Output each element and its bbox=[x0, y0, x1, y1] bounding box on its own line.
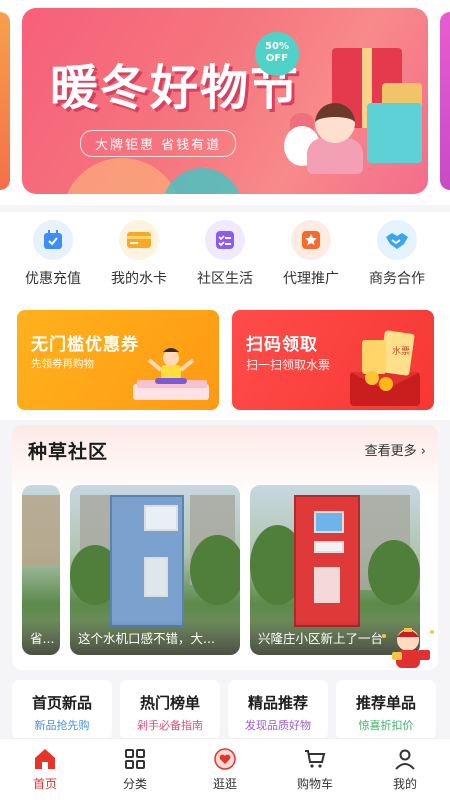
heart-bubble-icon bbox=[214, 748, 236, 770]
category-subtitle: 剁手必备指南 bbox=[137, 719, 203, 732]
community-post-card[interactable]: 省... bbox=[22, 485, 60, 655]
machine-panel bbox=[144, 557, 168, 597]
home-icon bbox=[35, 749, 55, 769]
coupon-subtitle: 先领券再购物 bbox=[31, 358, 94, 370]
tab-label: 分类 bbox=[122, 777, 147, 791]
calendar-check-icon bbox=[33, 220, 73, 260]
coupon-card[interactable]: 无门槛优惠券 先领券再购物 bbox=[17, 310, 219, 410]
tab-category[interactable]: 分类 bbox=[90, 739, 180, 800]
list-check-icon bbox=[205, 220, 245, 260]
scan-claim-card[interactable]: 扫码领取 扫一扫领取水票 水票 bbox=[232, 310, 434, 410]
promo-row: 无门槛优惠券 先领券再购物 扫码领取 扫一扫领取水票 水票 bbox=[0, 302, 450, 420]
nav-label: 我的水卡 bbox=[111, 271, 167, 287]
nav-label: 商务合作 bbox=[369, 271, 425, 287]
category-subtitle: 惊喜折扣价 bbox=[358, 719, 414, 732]
tree-photo bbox=[190, 535, 240, 605]
banner-decoration bbox=[162, 168, 242, 194]
quick-nav: 优惠充值 我的水卡 社区生活 代理推广 商务合作 bbox=[0, 212, 450, 302]
category-title: 推荐单品 bbox=[355, 694, 416, 712]
nav-agent-promo[interactable]: 代理推广 bbox=[271, 212, 351, 302]
nav-community-life[interactable]: 社区生活 bbox=[185, 212, 265, 302]
banner-slide[interactable]: 暖冬好物节 大牌钜惠 省钱有道 50% OFF bbox=[22, 8, 428, 194]
machine-screen bbox=[314, 511, 344, 533]
scan-title: 扫码领取 bbox=[246, 335, 318, 355]
bottom-tab-bar: 首页 分类 逛逛 购物车 我的 bbox=[0, 738, 450, 800]
tab-label: 逛逛 bbox=[212, 777, 237, 791]
banner-prev-peek[interactable] bbox=[0, 12, 10, 190]
category-recommended[interactable]: 推荐单品 惊喜折扣价 bbox=[336, 680, 436, 740]
category-featured[interactable]: 精品推荐 发现品质好物 bbox=[228, 680, 328, 740]
banner-next-peek[interactable] bbox=[440, 12, 450, 190]
red-envelope-illustration: 水票 bbox=[350, 330, 420, 406]
nav-business[interactable]: 商务合作 bbox=[357, 212, 437, 302]
category-subtitle: 发现品质好物 bbox=[245, 719, 311, 732]
tab-mine[interactable]: 我的 bbox=[360, 739, 450, 800]
gift-box-illustration bbox=[367, 103, 422, 163]
discount-badge: 50% OFF bbox=[255, 32, 299, 76]
girl-illustration bbox=[307, 138, 363, 174]
post-caption: 省... bbox=[22, 620, 60, 655]
tab-label: 我的 bbox=[392, 777, 417, 791]
category-hot-list[interactable]: 热门榜单 剁手必备指南 bbox=[120, 680, 220, 740]
person-on-coupons-illustration bbox=[133, 348, 209, 400]
machine-panel bbox=[314, 567, 340, 603]
banner-subtitle: 大牌钜惠 省钱有道 bbox=[80, 130, 237, 157]
cart-icon bbox=[305, 750, 326, 768]
see-more-link[interactable]: 查看更多 › bbox=[365, 440, 426, 459]
nav-water-card[interactable]: 我的水卡 bbox=[99, 212, 179, 302]
tab-label: 购物车 bbox=[296, 777, 333, 791]
handshake-icon bbox=[377, 220, 417, 260]
post-caption: 这个水机口感不错，大... bbox=[70, 620, 240, 655]
nav-recharge[interactable]: 优惠充值 bbox=[13, 212, 93, 302]
chevron-right-icon: › bbox=[416, 444, 426, 459]
banner-carousel[interactable]: 暖冬好物节 大牌钜惠 省钱有道 50% OFF bbox=[0, 0, 450, 205]
water-ticket-text: 水票 bbox=[392, 345, 410, 357]
water-machine-photo bbox=[110, 495, 184, 627]
banner-decoration bbox=[62, 158, 182, 194]
nav-label: 代理推广 bbox=[283, 271, 339, 287]
community-title-text: 种草社区 bbox=[28, 441, 109, 463]
star-badge-icon bbox=[291, 220, 331, 260]
machine-keypad bbox=[314, 541, 344, 553]
discount-off: OFF bbox=[265, 53, 289, 64]
card-icon bbox=[119, 220, 159, 260]
grid-icon bbox=[125, 749, 145, 769]
category-title: 精品推荐 bbox=[247, 694, 308, 712]
category-subtitle: 新品抢先购 bbox=[34, 719, 90, 732]
tab-cart[interactable]: 购物车 bbox=[270, 739, 360, 800]
tab-label: 首页 bbox=[32, 777, 57, 791]
scan-subtitle: 扫一扫领取水票 bbox=[246, 358, 331, 372]
person-icon bbox=[395, 749, 415, 770]
nav-label: 优惠充值 bbox=[25, 271, 81, 287]
coupon-title: 无门槛优惠券 bbox=[31, 335, 139, 355]
water-machine-photo bbox=[294, 495, 360, 627]
tree-photo bbox=[368, 540, 420, 605]
tab-home[interactable]: 首页 bbox=[0, 739, 90, 800]
building-photo bbox=[22, 495, 60, 565]
machine-screen bbox=[144, 505, 178, 531]
community-post-card[interactable]: 这个水机口感不错，大... bbox=[70, 485, 240, 655]
category-new-arrivals[interactable]: 首页新品 新品抢先购 bbox=[12, 680, 112, 740]
girl-illustration bbox=[315, 103, 355, 143]
see-more-label: 查看更多 bbox=[364, 444, 417, 459]
category-row: 首页新品 新品抢先购 热门榜单 剁手必备指南 精品推荐 发现品质好物 推荐单品 … bbox=[12, 680, 450, 740]
community-section: 种草社区 查看更多 › 省... 这个水机口感不错，大... 兴隆庄小区新上了一… bbox=[12, 425, 438, 670]
category-title: 热门榜单 bbox=[139, 694, 200, 712]
category-title: 首页新品 bbox=[31, 694, 92, 712]
mascot-float-icon[interactable] bbox=[378, 622, 438, 672]
discount-percent: 50% bbox=[265, 41, 289, 52]
tab-browse[interactable]: 逛逛 bbox=[180, 739, 270, 800]
community-title: 种草社区 bbox=[28, 437, 108, 464]
nav-label: 社区生活 bbox=[197, 271, 253, 287]
